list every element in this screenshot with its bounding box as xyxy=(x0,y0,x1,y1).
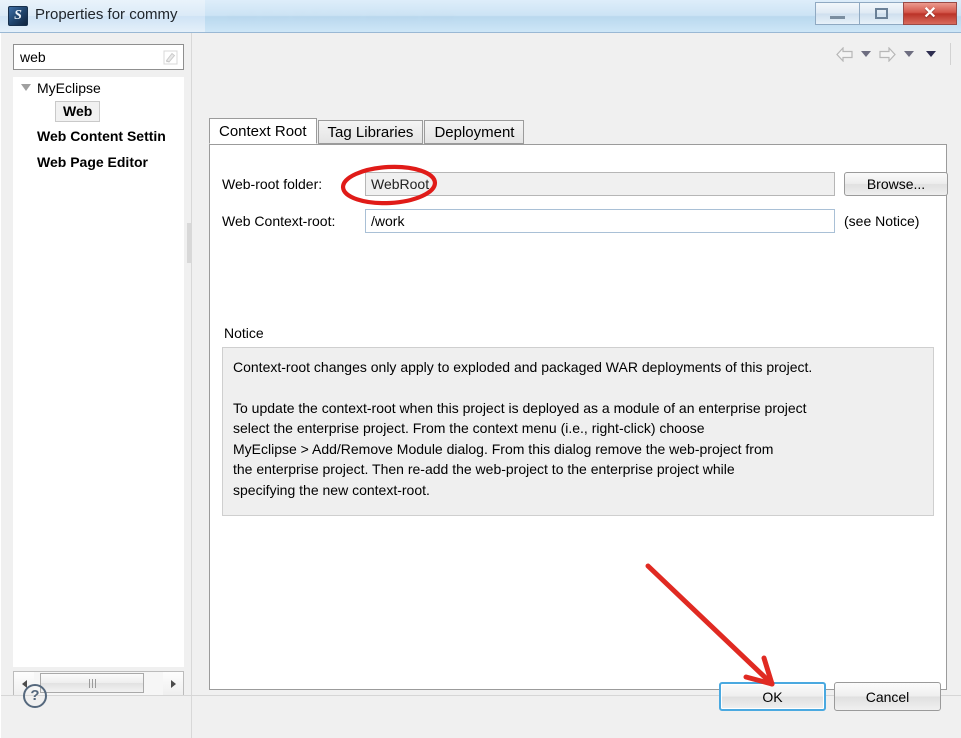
notice-paragraph-2-line-3: MyEclipse > Add/Remove Module dialog. Fr… xyxy=(233,440,774,457)
notice-paragraph-2-line-2: select the enterprise project. From the … xyxy=(233,420,705,436)
tree-item-label: MyEclipse xyxy=(37,80,101,96)
tree-item-label: Web Content Settin xyxy=(37,128,166,144)
tab-bar: Context Root Tag Libraries Deployment xyxy=(209,118,525,144)
tab-label: Context Root xyxy=(219,123,307,140)
minimize-button[interactable] xyxy=(815,2,860,25)
filter-input[interactable]: web xyxy=(13,44,184,70)
minimize-icon xyxy=(830,15,845,19)
notice-paragraph-2-line-5: specifying the new context-root. xyxy=(233,481,430,498)
scroll-right-arrow[interactable] xyxy=(163,672,183,695)
notice-paragraph-1: Context-root changes only apply to explo… xyxy=(233,359,813,375)
clear-filter-icon[interactable] xyxy=(163,50,178,65)
notice-paragraph-2-line-1: To update the context-root when this pro… xyxy=(233,399,807,416)
screen-root: arch Run MyEclipse Window Help S Propert… xyxy=(0,0,961,738)
context-root-value[interactable]: /work xyxy=(365,209,835,233)
notice-paragraph-2-line-4: the enterprise project. Then re-add the … xyxy=(233,461,735,477)
scroll-right-arrow-icon xyxy=(170,679,176,688)
panel-divider xyxy=(191,33,192,738)
scroll-thumb[interactable] xyxy=(40,673,144,693)
tab-panel-context-root: Web-root folder: WebRoot Browse... Web C… xyxy=(209,144,948,690)
toolbar-divider xyxy=(950,43,951,65)
cancel-button[interactable]: Cancel xyxy=(834,682,941,711)
tree-item-web[interactable]: Web xyxy=(55,101,101,122)
restore-icon xyxy=(875,8,888,19)
notice-text-box: Context-root changes only apply to explo… xyxy=(222,347,934,516)
tab-label: Tag Libraries xyxy=(327,124,414,141)
tree-item-web-page-editor[interactable]: Web Page Editor xyxy=(13,151,184,174)
content-pane: Context Root Tag Libraries Deployment We… xyxy=(205,87,948,690)
context-root-row: Web Context-root: /work (see Notice) xyxy=(222,209,919,233)
notice-heading: Notice xyxy=(224,325,264,341)
close-icon: ✕ xyxy=(923,4,937,22)
forward-arrow-icon[interactable] xyxy=(879,45,896,63)
window-controls: ✕ xyxy=(815,2,957,25)
webroot-folder-row: Web-root folder: WebRoot Browse... xyxy=(222,172,948,196)
browse-button[interactable]: Browse... xyxy=(844,172,948,196)
settings-tree[interactable]: MyEclipse Web Web Content Settin Web Pag… xyxy=(13,77,184,667)
back-dropdown-icon[interactable] xyxy=(861,51,871,57)
help-icon[interactable]: ? xyxy=(23,684,47,708)
tab-tag-libraries[interactable]: Tag Libraries xyxy=(317,120,424,144)
ok-button[interactable]: OK xyxy=(719,682,826,711)
navigation-toolbar xyxy=(836,43,951,65)
forward-dropdown-icon[interactable] xyxy=(904,51,914,57)
myeclipse-icon: S xyxy=(8,6,28,26)
expand-twisty-icon[interactable] xyxy=(21,84,31,91)
tree-item-web-content-settings[interactable]: Web Content Settin xyxy=(13,125,184,148)
scroll-thumb-grip-icon xyxy=(88,678,96,688)
webroot-folder-label: Web-root folder: xyxy=(222,176,323,192)
context-root-label: Web Context-root: xyxy=(222,213,336,229)
restore-button[interactable] xyxy=(859,2,904,25)
dialog-body: web MyEclipse Web Web Content Settin Web… xyxy=(0,33,961,738)
properties-dialog: S Properties for commy ✕ web MyEclipse W… xyxy=(0,0,961,738)
tab-deployment[interactable]: Deployment xyxy=(424,120,525,144)
see-notice-label: (see Notice) xyxy=(844,213,920,229)
notice-spacer xyxy=(233,378,923,398)
view-menu-dropdown-icon[interactable] xyxy=(926,51,936,57)
tab-label: Deployment xyxy=(434,124,515,141)
filter-input-value: web xyxy=(20,49,46,65)
tree-item-myeclipse[interactable]: MyEclipse xyxy=(13,77,184,99)
close-button[interactable]: ✕ xyxy=(903,2,957,25)
scrollbar-track[interactable] xyxy=(34,672,163,695)
tree-item-label: Web Page Editor xyxy=(37,154,148,170)
tree-item-label: Web xyxy=(63,103,93,119)
tab-context-root[interactable]: Context Root xyxy=(209,118,317,144)
dialog-titlebar[interactable]: S Properties for commy ✕ xyxy=(0,0,961,33)
dialog-title: Properties for commy xyxy=(35,6,178,23)
back-arrow-icon[interactable] xyxy=(836,45,853,63)
webroot-folder-field: WebRoot xyxy=(365,172,835,196)
panel-divider-grip[interactable] xyxy=(187,223,192,263)
